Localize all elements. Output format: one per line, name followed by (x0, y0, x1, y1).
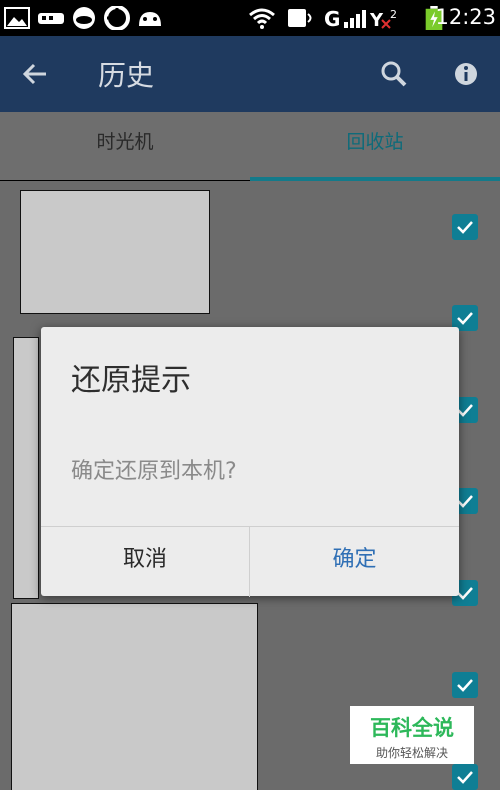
confirm-button[interactable]: 确定 (250, 527, 459, 597)
app-icon (104, 6, 130, 30)
watermark-subtitle: 助你轻松解决 (375, 746, 448, 760)
dialog-title: 还原提示 (71, 363, 191, 398)
back-arrow-icon[interactable] (20, 58, 52, 90)
status-bar: G Y 2 12:23 (0, 0, 500, 36)
check-icon (457, 312, 473, 325)
svg-text:2: 2 (390, 8, 397, 21)
photo-thumbnail[interactable] (20, 190, 210, 314)
app-bar: 历史 (0, 36, 500, 112)
cloud-icon (73, 7, 95, 29)
clock: 12:23 (435, 5, 496, 29)
search-icon[interactable] (378, 58, 410, 90)
page-title: 历史 (98, 59, 155, 92)
usb-icon (38, 13, 64, 24)
restore-dialog: 还原提示 确定还原到本机? 取消 确定 (41, 327, 459, 597)
info-icon[interactable] (450, 58, 482, 90)
check-icon (457, 679, 473, 692)
check-icon (457, 221, 473, 234)
photo-thumbnail[interactable] (13, 337, 39, 599)
cancel-button[interactable]: 取消 (41, 527, 250, 597)
watermark: 百科全说 助你轻松解决 (350, 706, 474, 764)
tab-time-machine[interactable]: 时光机 (0, 112, 250, 180)
tab-bar: 时光机 回收站 (0, 112, 500, 180)
tab-recycle-bin[interactable]: 回收站 (250, 112, 500, 180)
watermark-title: 百科全说 (370, 716, 454, 740)
dialog-message: 确定还原到本机? (71, 459, 237, 484)
item-checkbox[interactable] (452, 214, 478, 240)
item-checkbox[interactable] (452, 672, 478, 698)
call-icon (288, 9, 312, 27)
android-icon (139, 12, 161, 26)
dialog-button-bar: 取消 确定 (41, 526, 459, 597)
wifi-icon (249, 8, 275, 29)
svg-text:G: G (324, 7, 340, 30)
signal-icon: G Y 2 (324, 7, 397, 30)
item-checkbox[interactable] (452, 764, 478, 790)
photo-thumbnail[interactable] (11, 603, 258, 790)
gallery-icon (4, 7, 30, 29)
check-icon (457, 771, 473, 784)
